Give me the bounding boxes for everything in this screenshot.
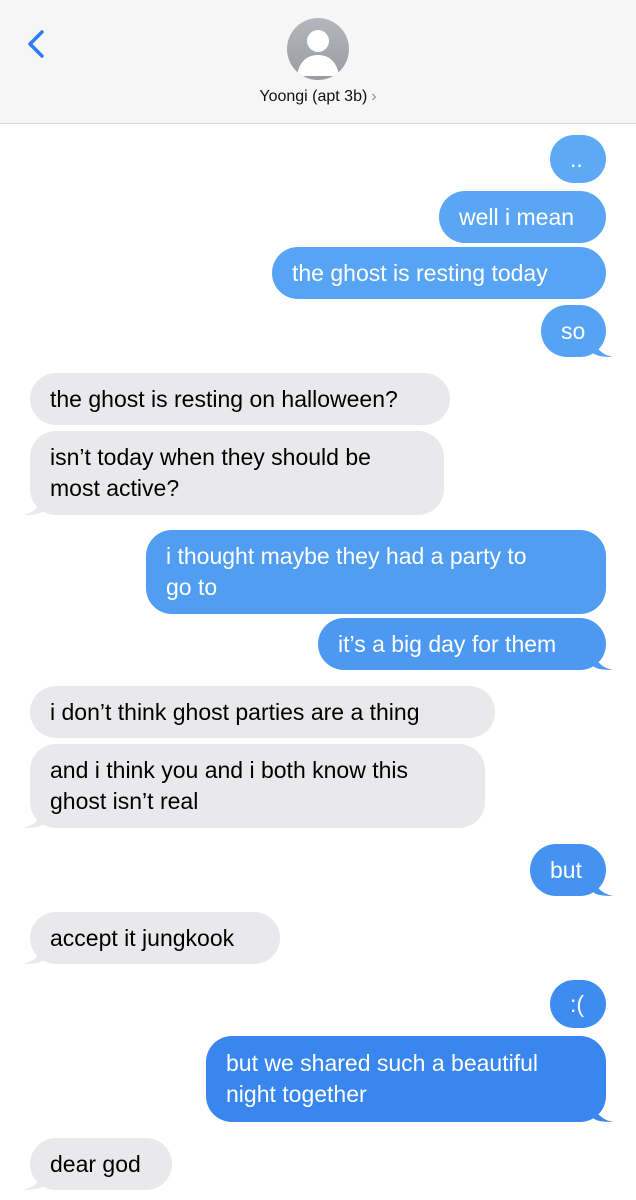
message-bubble-received[interactable]: dear god [30,1138,172,1190]
chevron-left-icon [28,30,44,58]
conversation-header: Yoongi (apt 3b) › [0,0,636,124]
avatar[interactable] [287,18,349,80]
message-bubble-sent[interactable]: but [530,844,606,896]
message-bubble-received[interactable]: and i think you and i both know this gho… [30,744,485,828]
message-bubble-sent[interactable]: so [541,305,606,357]
message-bubble-sent[interactable]: it’s a big day for them [318,618,606,670]
message-bubble-received[interactable]: isn’t today when they should be most act… [30,431,444,515]
message-bubble-sent[interactable]: but we shared such a beautiful night tog… [206,1036,606,1122]
message-bubble-received[interactable]: the ghost is resting on halloween? [30,373,450,425]
message-bubble-sent[interactable]: i thought maybe they had a party to go t… [146,530,606,614]
message-bubble-received[interactable]: accept it jungkook [30,912,280,964]
chevron-right-icon: › [371,88,377,105]
contact-name-button[interactable]: Yoongi (apt 3b) › [0,88,636,106]
contact-name: Yoongi (apt 3b) [259,88,368,105]
message-bubble-sent[interactable]: well i mean [439,191,606,243]
message-bubble-received[interactable]: i don’t think ghost parties are a thing [30,686,495,738]
message-bubble-sent[interactable]: .. [550,135,606,183]
person-silhouette-icon [297,30,339,76]
message-bubble-sent[interactable]: the ghost is resting today [272,247,606,299]
back-button[interactable] [22,26,52,66]
message-bubble-sent[interactable]: :( [550,980,606,1028]
message-thread[interactable]: .. well i mean the ghost is resting toda… [0,124,636,1200]
